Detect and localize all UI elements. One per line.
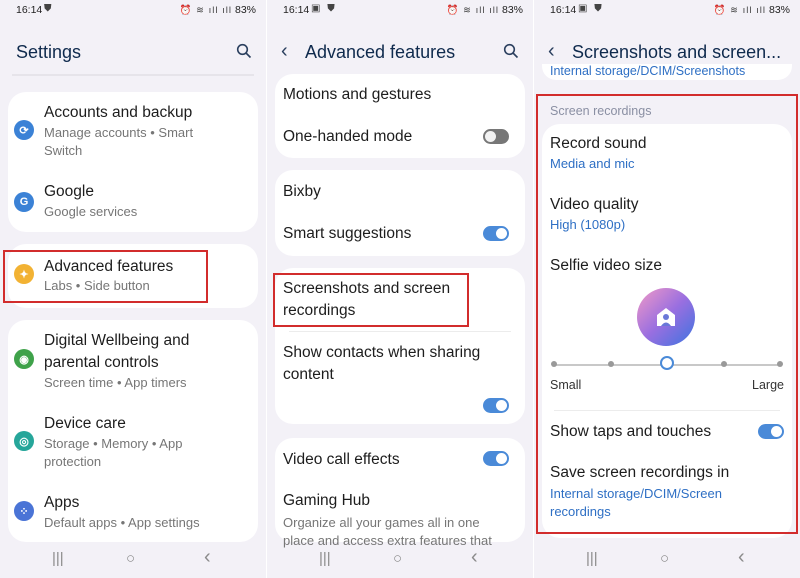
home-button[interactable]: ○: [393, 550, 402, 567]
previous-card: Internal storage/DCIM/Screenshots: [542, 64, 792, 80]
gaming-hub-item[interactable]: Gaming Hub Organize all your games all i…: [275, 482, 525, 548]
item-subtitle: Switch: [44, 143, 83, 158]
item-subtitle: Manage accounts • Smart: [44, 125, 194, 140]
device-care-icon: ◎: [14, 431, 34, 451]
item-title: Gaming Hub: [283, 492, 371, 509]
settings-item-apps[interactable]: ⁘ Apps Default apps • App settings: [8, 480, 258, 540]
item-subtitle: Organize all your games all in one: [283, 515, 480, 530]
status-right: ⏰ ≋ ıll ıll 83%: [180, 4, 256, 16]
wifi-signal-icons: ⏰ ≋ ıll ıll: [713, 5, 766, 16]
item-subtitle: Screen time • App timers: [44, 375, 187, 390]
video-call-effects-item[interactable]: Video call effects: [275, 438, 525, 482]
highlight-box: [3, 250, 208, 303]
motions-gestures-item[interactable]: Motions and gestures: [275, 74, 525, 116]
recent-apps-button[interactable]: |||: [52, 550, 64, 567]
screenshots-header: ‹ Screenshots and screen...: [534, 40, 800, 66]
item-title: content: [283, 366, 334, 383]
battery-level: 83%: [234, 4, 256, 16]
item-title: Device care: [44, 415, 126, 432]
settings-item-accounts[interactable]: ⟳ Accounts and backup Manage accounts • …: [8, 92, 258, 172]
search-icon[interactable]: [236, 43, 252, 59]
item-title: Google: [44, 183, 94, 200]
screenshot-save-location: Internal storage/DCIM/Screenshots: [550, 64, 746, 78]
item-title: Apps: [44, 494, 80, 511]
status-bar: 16:14 ▣ ⛊ ⏰ ≋ ıll ıll 83%: [267, 0, 533, 20]
status-time: 16:14: [550, 4, 577, 16]
bixby-item[interactable]: Bixby: [275, 170, 525, 212]
highlight-box: [536, 94, 798, 534]
home-button[interactable]: ○: [660, 550, 669, 567]
item-subtitle: protection: [44, 454, 102, 469]
page-title: Advanced features: [305, 42, 456, 62]
item-title: Accounts and backup: [44, 104, 193, 121]
wellbeing-icon: ◉: [14, 349, 34, 369]
search-icon[interactable]: [503, 43, 519, 59]
highlight-box: [273, 273, 469, 327]
item-title: Smart suggestions: [283, 225, 412, 242]
page-title: Settings: [16, 42, 82, 62]
settings-item-google[interactable]: G Google Google services: [8, 176, 258, 232]
back-button[interactable]: ‹: [738, 546, 745, 569]
wifi-signal-icons: ⏰ ≋ ıll ıll: [179, 5, 232, 16]
battery-level: 83%: [501, 4, 523, 16]
apps-grid-icon: ⁘: [14, 501, 34, 521]
status-right: ⏰ ≋ ıll ıll 83%: [447, 4, 523, 16]
accounts-google-card: ⟳ Accounts and backup Manage accounts • …: [8, 92, 258, 232]
nav-bar: ||| ○ ‹: [267, 542, 533, 578]
video-call-card: Video call effects Gaming Hub Organize a…: [275, 438, 525, 548]
sync-icon: ⟳: [14, 120, 34, 140]
settings-item-digital-wellbeing[interactable]: ◉ Digital Wellbeing and parental control…: [8, 320, 258, 400]
item-subtitle: Storage • Memory • App: [44, 436, 183, 451]
item-title: Video call effects: [283, 451, 400, 468]
settings-item-device-care[interactable]: ◎ Device care Storage • Memory • App pro…: [8, 404, 258, 478]
status-time: 16:14: [16, 4, 43, 16]
wifi-signal-icons: ⏰ ≋ ıll ıll: [446, 5, 499, 16]
wellbeing-care-apps-card: ◉ Digital Wellbeing and parental control…: [8, 320, 258, 542]
notification-icons: ▣ ⛊: [311, 3, 337, 14]
item-title: Motions and gestures: [283, 86, 432, 103]
item-subtitle: Google services: [44, 204, 138, 219]
show-contacts-item[interactable]: Show contacts when sharing content: [275, 332, 525, 422]
back-button[interactable]: ‹: [204, 546, 211, 569]
recent-apps-button[interactable]: |||: [319, 550, 331, 567]
google-icon: G: [14, 192, 34, 212]
status-right: ⏰ ≋ ıll ıll 83%: [714, 4, 790, 16]
item-title: Digital Wellbeing and: [44, 332, 190, 349]
notification-icons: ▣ ⛊: [578, 3, 604, 14]
item-title: Show contacts when sharing: [283, 344, 481, 361]
smart-suggestions-item[interactable]: Smart suggestions: [275, 212, 525, 256]
bixby-card: Bixby Smart suggestions: [275, 170, 525, 256]
back-arrow-icon[interactable]: ‹: [548, 40, 555, 63]
advanced-header: ‹ Advanced features: [267, 40, 533, 66]
show-contacts-toggle[interactable]: [483, 398, 509, 413]
item-title: parental controls: [44, 354, 159, 371]
page-title: Screenshots and screen...: [572, 42, 782, 62]
top-divider: [12, 74, 254, 76]
status-bar: 16:14 ▣ ⛊ ⏰ ≋ ıll ıll 83%: [534, 0, 800, 20]
back-button[interactable]: ‹: [471, 546, 478, 569]
recent-apps-button[interactable]: |||: [586, 550, 598, 567]
settings-panel: 16:14 ⛊ ⏰ ≋ ıll ıll 83% Settings ⟳ Accoun…: [0, 0, 266, 578]
notification-icons: ⛊: [44, 3, 54, 14]
settings-header: Settings: [0, 40, 266, 66]
nav-bar: ||| ○ ‹: [0, 542, 266, 578]
home-button[interactable]: ○: [126, 550, 135, 567]
screenshots-recordings-panel: 16:14 ▣ ⛊ ⏰ ≋ ıll ıll 83% ‹ Screenshots a…: [534, 0, 800, 578]
smart-suggestions-toggle[interactable]: [483, 226, 509, 241]
one-handed-mode-item[interactable]: One-handed mode: [275, 116, 525, 158]
status-bar: 16:14 ⛊ ⏰ ≋ ıll ıll 83%: [0, 0, 266, 20]
advanced-features-panel: 16:14 ▣ ⛊ ⏰ ≋ ıll ıll 83% ‹ Advanced feat…: [267, 0, 533, 578]
battery-level: 83%: [768, 4, 790, 16]
nav-bar: ||| ○ ‹: [534, 542, 800, 578]
item-subtitle: Default apps • App settings: [44, 515, 200, 530]
back-arrow-icon[interactable]: ‹: [281, 40, 288, 63]
status-time: 16:14: [283, 4, 310, 16]
item-title: One-handed mode: [283, 128, 413, 145]
one-handed-toggle[interactable]: [483, 129, 509, 144]
motions-card: Motions and gestures One-handed mode: [275, 74, 525, 158]
item-title: Bixby: [283, 183, 321, 200]
video-call-toggle[interactable]: [483, 451, 509, 466]
